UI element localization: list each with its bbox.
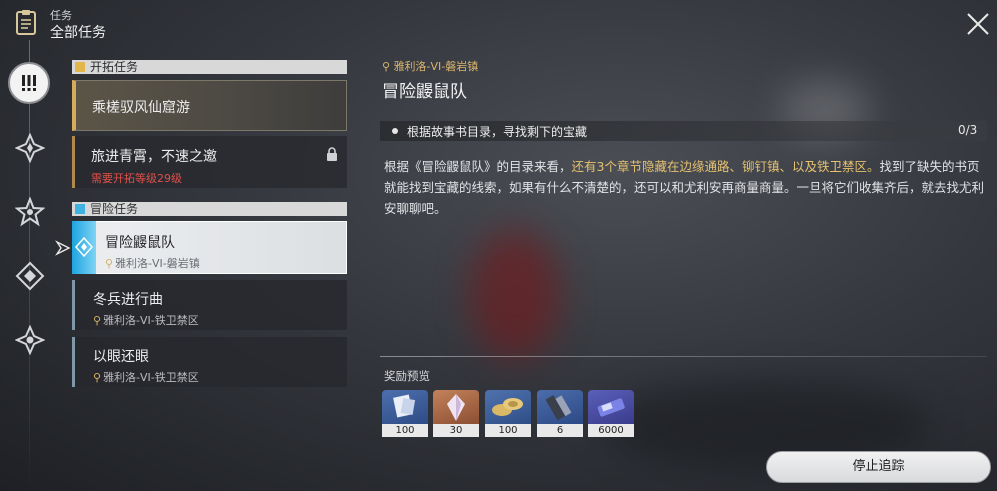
reward-item[interactable]: 30 [433, 390, 479, 437]
detail-location: ⚲ 雅利洛-VI-磐岩镇 [382, 58, 478, 74]
selection-pointer-icon [55, 240, 71, 256]
reward-item[interactable]: 6000 [588, 390, 634, 437]
credit-coins-icon [485, 390, 531, 424]
header-category: 任务 [50, 9, 72, 22]
exp-card-icon [588, 390, 634, 424]
quest-description: 根据《冒险鼹鼠队》的目录来看，还有3个章节隐藏在边缘通路、铆钉镇、以及铁卫禁区。… [384, 156, 990, 219]
adventure-mark-icon [75, 204, 85, 214]
adventure-diamond-icon [74, 236, 94, 258]
section-label: 冒险任务 [90, 202, 139, 216]
reward-count: 6 [537, 424, 583, 437]
lock-icon [327, 147, 337, 161]
close-icon[interactable] [964, 10, 992, 38]
reward-item[interactable]: 100 [485, 390, 531, 437]
reward-count: 6000 [588, 424, 634, 437]
trailblaze-mark-icon [75, 62, 85, 72]
quest-title: 冬兵进行曲 [93, 292, 163, 308]
divider [380, 356, 987, 357]
rail-tab-adventure[interactable] [15, 261, 45, 291]
quest-title: 以眼还眼 [93, 349, 149, 365]
quest-card-selected[interactable]: 冒险鼹鼠队 ⚲ 雅利洛-VI-磐岩镇 [72, 221, 347, 274]
reward-count: 100 [485, 424, 531, 437]
clipboard-icon [16, 10, 36, 35]
description-highlight: 还有3个章节隐藏在边缘通路、铆钉镇、以及铁卫禁区。 [571, 159, 880, 174]
detail-location-text: 雅利洛-VI-磐岩镇 [393, 60, 479, 73]
rewards-label: 奖励预览 [384, 369, 430, 383]
detail-quest-name: 冒险鼹鼠队 [382, 82, 467, 102]
quest-title: 冒险鼹鼠队 [105, 235, 175, 251]
stop-tracking-button[interactable]: 停止追踪 [766, 451, 991, 483]
quest-title: 旅进青霄，不速之邀 [91, 149, 217, 165]
quest-location: 雅利洛-VI-铁卫禁区 [103, 314, 199, 327]
description-part: 根据《冒险鼹鼠队》的目录来看， [384, 159, 572, 174]
rail-tab-companion[interactable] [15, 197, 45, 227]
location-pin-icon: ⚲ [382, 60, 394, 73]
stellar-jade-icon [433, 390, 479, 424]
quest-title: 乘槎驭风仙窟游 [92, 100, 190, 116]
reward-item[interactable]: 100 [382, 390, 428, 437]
rail-tab-trailblaze[interactable] [15, 133, 45, 163]
rail-tab-daily[interactable] [15, 325, 45, 355]
quest-card-main[interactable]: 乘槎驭风仙窟游 [72, 80, 347, 131]
objective-text: 根据故事书目录，寻找剩下的宝藏 [407, 125, 588, 139]
level-requirement: 需要开拓等级29级 [91, 172, 182, 185]
selected-indicator-strip [72, 221, 96, 274]
location-pin-icon: ⚲ [105, 257, 114, 270]
reward-count: 100 [382, 424, 428, 437]
objective-bullet [392, 128, 398, 134]
trailblaze-exp-icon [382, 390, 428, 424]
objective-progress: 0/3 [958, 123, 978, 137]
quest-location: 雅利洛-VI-铁卫禁区 [103, 371, 199, 384]
background-character [470, 230, 560, 360]
section-header-adventure: 冒险任务 [72, 202, 347, 216]
section-label: 开拓任务 [90, 60, 139, 74]
rail-tab-all[interactable] [8, 62, 50, 104]
quest-card-eye-for-eye[interactable]: 以眼还眼 ⚲ 雅利洛-VI-铁卫禁区 [72, 337, 347, 387]
reward-count: 30 [433, 424, 479, 437]
material-icon [537, 390, 583, 424]
section-header-trailblaze: 开拓任务 [72, 60, 347, 74]
quest-location: 雅利洛-VI-磐岩镇 [115, 257, 200, 270]
location-pin-icon: ⚲ [93, 371, 102, 384]
reward-item[interactable]: 6 [537, 390, 583, 437]
exclamation-icon [22, 75, 36, 91]
quest-card-winter-soldiers[interactable]: 冬兵进行曲 ⚲ 雅利洛-VI-铁卫禁区 [72, 280, 347, 330]
quest-card-locked[interactable]: 旅进青霄，不速之邀 需要开拓等级29级 [72, 136, 347, 188]
page-title: 全部任务 [50, 25, 106, 41]
location-pin-icon: ⚲ [93, 314, 102, 327]
